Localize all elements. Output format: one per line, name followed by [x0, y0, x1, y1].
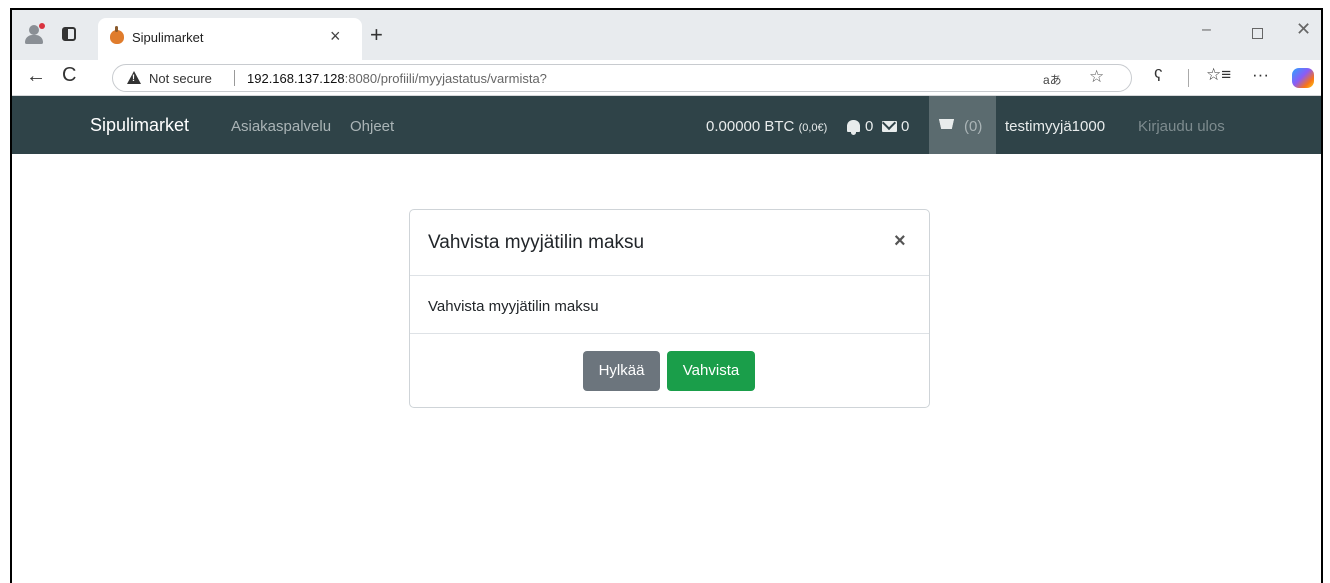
bell-icon[interactable] — [847, 120, 860, 135]
warning-icon[interactable] — [127, 71, 141, 84]
tab-title: Sipulimarket — [132, 30, 204, 45]
confirm-payment-modal: Vahvista myyjätilin maksu × Vahvista myy… — [409, 209, 930, 408]
extensions-icon[interactable]: ʕ — [1154, 66, 1163, 86]
url-host: 192.168.137.128 — [247, 71, 345, 86]
messages-count[interactable]: 0 — [901, 118, 909, 135]
onion-favicon-icon — [110, 26, 124, 44]
cart-icon — [939, 119, 954, 129]
profile-icon[interactable] — [24, 23, 45, 44]
close-icon[interactable]: × — [894, 230, 906, 253]
address-bar[interactable]: Not secure 192.168.137.128:8080/profiili… — [112, 64, 1132, 92]
site-navbar: Sipulimarket Asiakaspalvelu Ohjeet 0.000… — [12, 96, 1321, 154]
reject-button[interactable]: Hylkää — [583, 351, 660, 391]
favorites-icon[interactable]: ☆≡ — [1206, 65, 1231, 85]
confirm-button[interactable]: Vahvista — [667, 351, 755, 391]
more-menu-icon[interactable]: ··· — [1252, 65, 1269, 85]
cart-count: (0) — [964, 118, 983, 135]
tab-strip: Sipulimarket × + – ✕ — [12, 10, 1321, 60]
back-icon[interactable]: ← — [26, 65, 46, 88]
cart-button[interactable]: (0) — [929, 96, 996, 154]
modal-body-text: Vahvista myyjätilin maksu — [428, 298, 599, 315]
notifications-count[interactable]: 0 — [865, 118, 873, 135]
url-text[interactable]: 192.168.137.128:8080/profiili/myyjastatu… — [247, 71, 547, 86]
modal-header: Vahvista myyjätilin maksu × — [410, 210, 929, 276]
reload-icon[interactable]: C — [62, 64, 76, 87]
browser-tab[interactable]: Sipulimarket × — [98, 18, 362, 60]
copilot-icon[interactable] — [1292, 68, 1314, 88]
nav-link-ohjeet[interactable]: Ohjeet — [350, 118, 394, 135]
divider — [234, 70, 235, 86]
modal-title: Vahvista myyjätilin maksu — [428, 232, 645, 253]
new-tab-icon[interactable]: + — [370, 22, 383, 48]
minimize-icon[interactable]: – — [1202, 21, 1211, 39]
not-secure-label[interactable]: Not secure — [149, 71, 212, 86]
address-bar-row: ← C Not secure 192.168.137.128:8080/prof… — [12, 60, 1321, 96]
toolbar-divider — [1188, 69, 1189, 87]
balance-eur: (0,0€) — [798, 122, 828, 134]
tab-close-icon[interactable]: × — [330, 26, 341, 47]
modal-body: Vahvista myyjätilin maksu — [410, 276, 929, 334]
balance-btc: 0.00000 BTC — [706, 118, 795, 135]
browser-window: Sipulimarket × + – ✕ ← C Not secure 192.… — [10, 8, 1323, 583]
window-close-icon[interactable]: ✕ — [1296, 19, 1311, 40]
balance-display[interactable]: 0.00000 BTC (0,0€) — [706, 118, 827, 135]
nav-link-asiakaspalvelu[interactable]: Asiakaspalvelu — [231, 118, 331, 135]
logout-link[interactable]: Kirjaudu ulos — [1138, 118, 1225, 135]
url-path: :8080/profiili/myyjastatus/varmista? — [344, 71, 547, 86]
read-aloud-icon[interactable]: aあ — [1043, 71, 1062, 88]
username-link[interactable]: testimyyjä1000 — [1005, 118, 1105, 135]
envelope-icon[interactable] — [882, 121, 897, 132]
brand-link[interactable]: Sipulimarket — [90, 115, 189, 136]
favorite-star-icon[interactable]: ☆ — [1089, 67, 1104, 87]
tab-actions-icon[interactable] — [62, 27, 76, 41]
maximize-icon[interactable] — [1252, 28, 1263, 39]
